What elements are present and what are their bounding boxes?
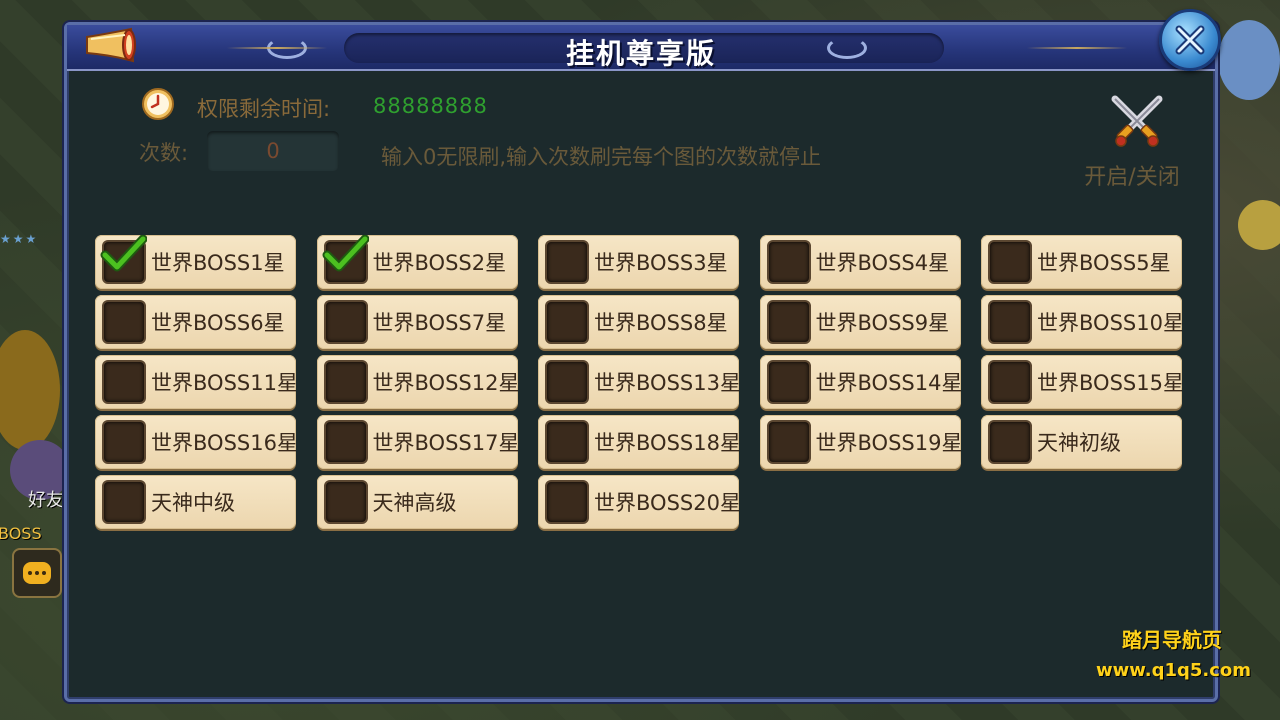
horn-icon [86, 27, 136, 63]
background-character [0, 330, 60, 450]
boss-option-item[interactable]: 世界BOSS15星 [981, 355, 1182, 409]
boss-option-item[interactable]: 世界BOSS16星 [95, 415, 296, 469]
boss-option-item[interactable]: 天神高级 [316, 475, 518, 529]
boss-option-item[interactable]: 世界BOSS19星 [759, 415, 961, 469]
close-icon [1175, 25, 1205, 55]
boss-checkbox[interactable] [988, 300, 1032, 344]
boss-checkbox[interactable] [766, 360, 811, 404]
boss-option-item[interactable]: 天神初级 [981, 415, 1182, 469]
boss-checkbox[interactable] [323, 480, 368, 524]
boss-option-label: 世界BOSS4星 [815, 251, 950, 275]
boss-checkbox[interactable] [766, 240, 811, 284]
boss-option-item[interactable]: 世界BOSS10星 [981, 295, 1182, 349]
boss-checkbox[interactable] [323, 360, 368, 404]
boss-option-item[interactable]: 世界BOSS11星 [95, 355, 296, 409]
boss-option-label: 世界BOSS6星 [151, 311, 285, 335]
boss-checkbox[interactable] [545, 240, 589, 284]
boss-grid: 世界BOSS1星 世界BOSS2星 世界BOSS3星 世界BOSS4星 世界BOSS5星… [95, 235, 1195, 529]
boss-option-label: 天神初级 [1037, 431, 1121, 455]
boss-checkbox[interactable] [988, 360, 1032, 404]
clock-icon [142, 88, 174, 120]
boss-option-label: 世界BOSS20星 [594, 491, 739, 515]
boss-checkbox[interactable] [766, 300, 811, 344]
star-rating-icon: ★★★ [0, 232, 39, 246]
boss-checkbox[interactable] [323, 300, 368, 344]
boss-checkbox[interactable] [766, 420, 811, 464]
boss-option-item[interactable]: 世界BOSS1星 [95, 235, 296, 289]
count-hint: 输入0无限刷,输入次数刷完每个图的次数就停止 [381, 145, 822, 169]
dialog-title-bar: 挂机尊享版 [67, 25, 1215, 71]
boss-option-item[interactable]: 天神中级 [95, 475, 296, 529]
boss-option-label: 世界BOSS15星 [1037, 371, 1182, 395]
boss-option-label: 天神中级 [151, 491, 235, 515]
auto-battle-dialog: 挂机尊享版 权限剩余时间: 88888888 次数: 输入0无限刷,输入次数刷完… [64, 9, 1221, 702]
boss-option-item[interactable]: 世界BOSS6星 [95, 295, 296, 349]
time-remaining-label: 权限剩余时间: [197, 97, 331, 121]
boss-checkbox[interactable] [102, 480, 146, 524]
boss-option-item[interactable]: 世界BOSS13星 [538, 355, 739, 409]
friend-label: 好友 [28, 490, 64, 511]
boss-option-item[interactable]: 世界BOSS20星 [538, 475, 739, 529]
boss-option-label: 世界BOSS1星 [151, 251, 285, 275]
dialog-title: 挂机尊享版 [565, 37, 716, 70]
boss-option-label: 世界BOSS5星 [1037, 251, 1171, 275]
crossed-swords-icon [1111, 95, 1163, 147]
start-stop-toggle-button[interactable]: 开启/关闭 [1071, 89, 1193, 190]
boss-checkbox[interactable] [545, 300, 589, 344]
boss-checkbox[interactable] [545, 420, 589, 464]
chat-button[interactable] [12, 548, 62, 598]
watermark-title: 踏月导航页 [1122, 628, 1222, 652]
boss-option-item[interactable]: 世界BOSS17星 [316, 415, 518, 469]
boss-option-label: 世界BOSS10星 [1037, 311, 1182, 335]
boss-option-label: 天神高级 [372, 491, 457, 515]
boss-option-item[interactable]: 世界BOSS3星 [538, 235, 739, 289]
boss-option-item[interactable]: 世界BOSS2星 [316, 235, 518, 289]
background-object [1238, 200, 1280, 250]
boss-checkbox[interactable] [323, 420, 368, 464]
boss-option-label: 世界BOSS18星 [594, 431, 739, 455]
boss-checkbox[interactable] [988, 420, 1032, 464]
watermark-url: www.q1q5.com [1096, 660, 1252, 681]
boss-option-label: 世界BOSS3星 [594, 251, 728, 275]
boss-option-item[interactable]: 世界BOSS7星 [316, 295, 518, 349]
boss-option-item[interactable]: 世界BOSS8星 [538, 295, 739, 349]
boss-option-label: 世界BOSS12星 [372, 371, 518, 395]
time-remaining-value: 88888888 [373, 94, 488, 118]
boss-option-label: 世界BOSS17星 [372, 431, 518, 455]
boss-checkbox[interactable] [988, 240, 1032, 284]
checkmark-icon [100, 235, 147, 272]
boss-checkbox[interactable] [545, 480, 589, 524]
boss-checkbox[interactable] [102, 360, 146, 404]
boss-option-item[interactable]: 世界BOSS9星 [759, 295, 961, 349]
boss-option-item[interactable]: 世界BOSS18星 [538, 415, 739, 469]
close-button[interactable] [1159, 9, 1221, 71]
boss-checkbox[interactable] [102, 300, 146, 344]
boss-option-item[interactable]: 世界BOSS14星 [759, 355, 961, 409]
chat-bubble-icon [23, 562, 51, 584]
checkmark-icon [322, 235, 369, 272]
boss-option-label: 世界BOSS16星 [151, 431, 296, 455]
boss-option-label: 世界BOSS14星 [815, 371, 961, 395]
boss-option-label: 世界BOSS9星 [815, 311, 950, 335]
boss-option-label: 世界BOSS11星 [151, 371, 296, 395]
boss-option-label: 世界BOSS19星 [815, 431, 961, 455]
toggle-label: 开启/关闭 [1084, 165, 1180, 190]
boss-option-item[interactable]: 世界BOSS4星 [759, 235, 961, 289]
count-input[interactable] [207, 131, 339, 171]
count-label: 次数: [139, 141, 189, 165]
player-avatar [1218, 20, 1280, 100]
boss-label: BOSS [0, 524, 42, 543]
boss-option-item[interactable]: 世界BOSS5星 [981, 235, 1182, 289]
boss-checkbox[interactable] [102, 420, 146, 464]
boss-checkbox[interactable] [545, 360, 589, 404]
boss-option-label: 世界BOSS8星 [594, 311, 728, 335]
boss-option-item[interactable]: 世界BOSS12星 [316, 355, 518, 409]
boss-option-label: 世界BOSS13星 [594, 371, 739, 395]
boss-option-label: 世界BOSS7星 [372, 311, 507, 335]
boss-option-label: 世界BOSS2星 [372, 251, 507, 275]
